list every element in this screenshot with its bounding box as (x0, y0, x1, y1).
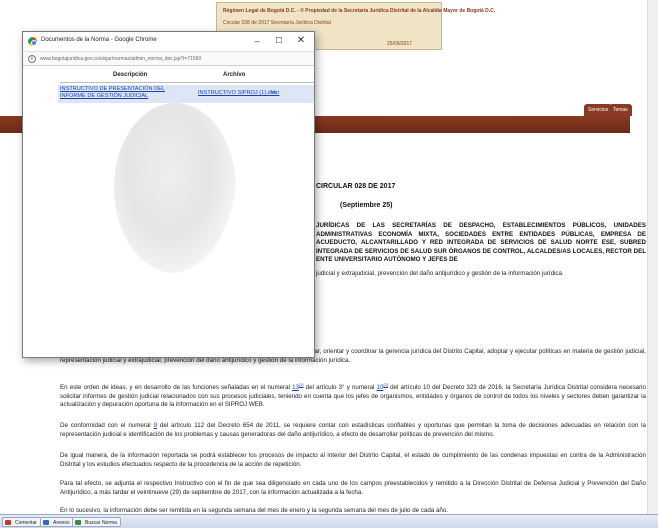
row-description-link[interactable]: INSTRUCTIVO DE PRESENTACIÓN DEL INFORME … (60, 86, 182, 100)
document-date: (Septiembre 25) (340, 202, 393, 209)
taskbar-item-label: Anexos (53, 520, 70, 526)
attachment-icon (43, 520, 49, 525)
document-addressee: JURÍDICAS DE LAS SECRETARÍAS DE DESPACHO… (316, 222, 646, 264)
page-scrollbar[interactable] (647, 0, 658, 514)
maximize-button[interactable]: ☐ (271, 34, 287, 48)
address-bar[interactable]: i www.bogotajuridica.gov.co/sisjur/norma… (23, 51, 314, 66)
search-icon (75, 520, 81, 525)
paragraph-text: De conformidad con el numeral (60, 422, 154, 429)
document-paragraph-2: En este orden de ideas, y en desarrollo … (60, 381, 646, 410)
taskbar-item-anexos[interactable]: Anexos (40, 517, 74, 527)
taskbar-item-buscar-norma[interactable]: Buscar Norma (72, 517, 121, 527)
paragraph-text: del artículo 3° y numeral (303, 384, 377, 392)
taskbar-item-label: Comentar (15, 520, 37, 526)
taskbar-item-label: Buscar Norma (85, 520, 117, 526)
link-numeral-13[interactable]: 13 (292, 384, 299, 391)
tab-temas[interactable]: Temas (609, 104, 632, 116)
row-view-link[interactable]: Ver (271, 90, 279, 97)
window-title: Documentos de la Norma - Google Chrome (41, 37, 157, 43)
header-divider (60, 82, 314, 83)
document-title: CIRCULAR 028 DE 2017 (316, 183, 396, 190)
document-paragraph-5: Para tal efecto, se adjunta el respectiv… (60, 480, 646, 496)
info-icon[interactable]: i (28, 55, 36, 63)
popup-content: Descripción Archivo INSTRUCTIVO DE PRESE… (23, 66, 314, 357)
document-paragraph-partial: judicial y extrajudicial, prevención del… (316, 270, 564, 277)
window-titlebar[interactable]: Documentos de la Norma - Google Chrome –… (23, 32, 314, 51)
taskbar-item-comentar[interactable]: Comentar (2, 517, 41, 527)
chrome-icon (28, 37, 37, 46)
row-file-link[interactable]: INSTRUCTIVO SIPROJ (1).doc (198, 90, 277, 97)
header-line-2: Circular 028 de 2017 Secretaría Jurídica… (223, 20, 331, 26)
seal-watermark (114, 103, 236, 273)
comment-icon (5, 520, 11, 525)
close-button[interactable]: ✕ (293, 34, 309, 48)
bottom-taskbar: Comentar Anexos Buscar Norma (0, 514, 658, 528)
header-line-1[interactable]: Régimen Legal de Bogotá D.C. - © Propied… (223, 8, 495, 14)
header-date: 25/09/2017 (387, 41, 413, 47)
column-header-archivo: Archivo (223, 72, 246, 78)
paragraph-text: En este orden de ideas, y en desarrollo … (60, 384, 293, 392)
document-paragraph-4: De igual manera, de la información repor… (60, 452, 646, 468)
url-text[interactable]: www.bogotajuridica.gov.co/sisjur/normas/… (40, 56, 201, 62)
documents-popup-window: Documentos de la Norma - Google Chrome –… (22, 31, 315, 358)
column-header-descripcion: Descripción (113, 72, 148, 78)
minimize-button[interactable]: – (249, 34, 265, 48)
document-paragraph-3: De conformidad con el numeral 9 del artí… (60, 422, 646, 439)
